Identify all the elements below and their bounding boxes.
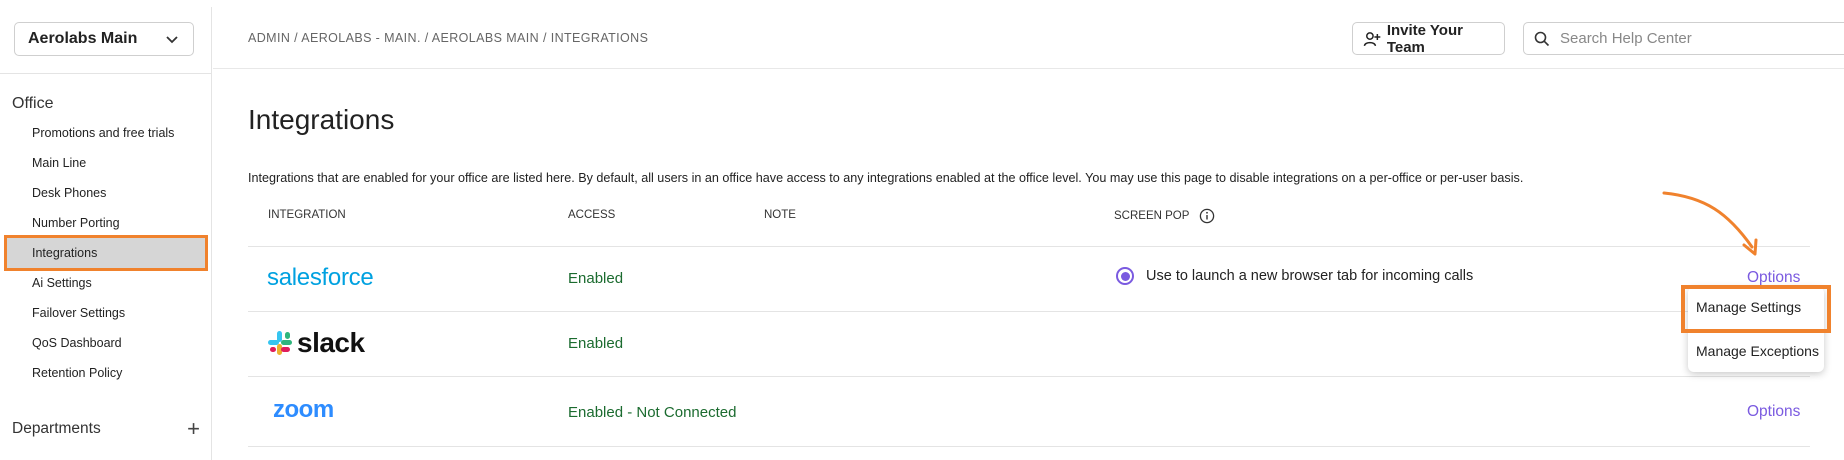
office-select-label: Aerolabs Main <box>28 30 138 47</box>
search-icon <box>1534 31 1550 46</box>
screen-pop-setting: Use to launch a new browser tab for inco… <box>1116 267 1473 285</box>
zoom-logo: zoom <box>273 396 334 423</box>
access-status: Enabled - Not Connected <box>568 404 737 421</box>
sidebar-item-retention-policy[interactable]: Retention Policy <box>0 358 212 388</box>
sidebar-divider <box>0 73 212 74</box>
screen-pop-label: Use to launch a new browser tab for inco… <box>1146 268 1474 284</box>
slack-icon <box>268 331 292 355</box>
header: ADMIN / AEROLABS - MAIN. / AEROLABS MAIN… <box>213 7 1844 69</box>
menu-item-manage-settings[interactable]: Manage Settings <box>1681 285 1831 333</box>
table-header: INTEGRATION ACCESS NOTE SCREEN POP <box>248 203 1810 247</box>
invite-team-label: Invite Your Team <box>1386 21 1463 56</box>
sidebar-item-number-porting[interactable]: Number Porting <box>0 208 212 238</box>
add-user-icon <box>1363 31 1381 46</box>
office-select-dropdown[interactable]: Aerolabs Main <box>14 22 194 56</box>
sidebar-list: Promotions and free trials Main Line Des… <box>0 118 212 388</box>
integrations-table: INTEGRATION ACCESS NOTE SCREEN POP sales… <box>248 203 1810 447</box>
departments-label: Departments <box>12 420 101 437</box>
sidebar-item-desk-phones[interactable]: Desk Phones <box>0 178 212 208</box>
invite-team-button[interactable]: Invite Your Team <box>1352 21 1505 56</box>
slack-wordmark: slack <box>297 327 365 358</box>
table-row: zoom Enabled - Not Connected Options <box>248 377 1810 447</box>
search-input[interactable] <box>1560 30 1840 47</box>
sidebar-item-main-line[interactable]: Main Line <box>0 148 212 178</box>
page-description: Integrations that are enabled for your o… <box>248 171 1524 185</box>
column-header-screen-pop-label: SCREEN POP <box>1114 210 1190 222</box>
sidebar: Aerolabs Main Office Promotions and free… <box>0 7 212 460</box>
breadcrumb-separator: / <box>290 31 302 45</box>
breadcrumb-item[interactable]: ADMIN <box>248 31 290 45</box>
table-row: salesforce Enabled Use to launch a new b… <box>248 247 1810 312</box>
breadcrumb-item[interactable]: AEROLABS MAIN <box>432 31 539 45</box>
sidebar-item-ai-settings[interactable]: Ai Settings <box>0 268 212 298</box>
info-icon[interactable] <box>1199 208 1215 224</box>
sidebar-item-promotions[interactable]: Promotions and free trials <box>0 118 212 148</box>
top-strip <box>0 0 1844 7</box>
add-department-icon[interactable]: + <box>187 418 200 440</box>
salesforce-logo: salesforce <box>267 264 374 291</box>
sidebar-section-title: Office <box>12 95 54 112</box>
screen-pop-radio[interactable] <box>1116 267 1134 285</box>
breadcrumb: ADMIN / AEROLABS - MAIN. / AEROLABS MAIN… <box>248 31 648 45</box>
breadcrumb-current: INTEGRATIONS <box>550 31 649 45</box>
menu-item-manage-exceptions[interactable]: Manage Exceptions <box>1696 343 1819 359</box>
column-header-note: NOTE <box>764 209 796 221</box>
options-dropdown-menu: Manage Settings Manage Exceptions <box>1681 285 1831 372</box>
chevron-down-icon <box>166 36 178 44</box>
column-header-integration: INTEGRATION <box>268 209 346 221</box>
search-box <box>1523 22 1844 55</box>
access-status: Enabled <box>568 270 624 287</box>
column-header-access: ACCESS <box>568 209 616 221</box>
sidebar-item-failover-settings[interactable]: Failover Settings <box>0 298 212 328</box>
table-row: slack Enabled <box>248 312 1810 377</box>
breadcrumb-item[interactable]: AEROLABS - MAIN. <box>301 31 421 45</box>
breadcrumb-separator: / <box>420 31 432 45</box>
access-status: Enabled <box>568 335 624 352</box>
annotation-arrow <box>1662 191 1758 256</box>
sidebar-item-integrations[interactable]: Integrations <box>4 235 208 271</box>
page-title: Integrations <box>248 104 395 135</box>
slack-logo: slack <box>267 327 365 359</box>
departments-section: Departments + <box>12 418 200 440</box>
breadcrumb-separator: / <box>539 31 551 45</box>
column-header-screen-pop: SCREEN POP <box>1114 208 1215 224</box>
sidebar-item-qos-dashboard[interactable]: QoS Dashboard <box>0 328 212 358</box>
options-link[interactable]: Options <box>1747 403 1800 421</box>
